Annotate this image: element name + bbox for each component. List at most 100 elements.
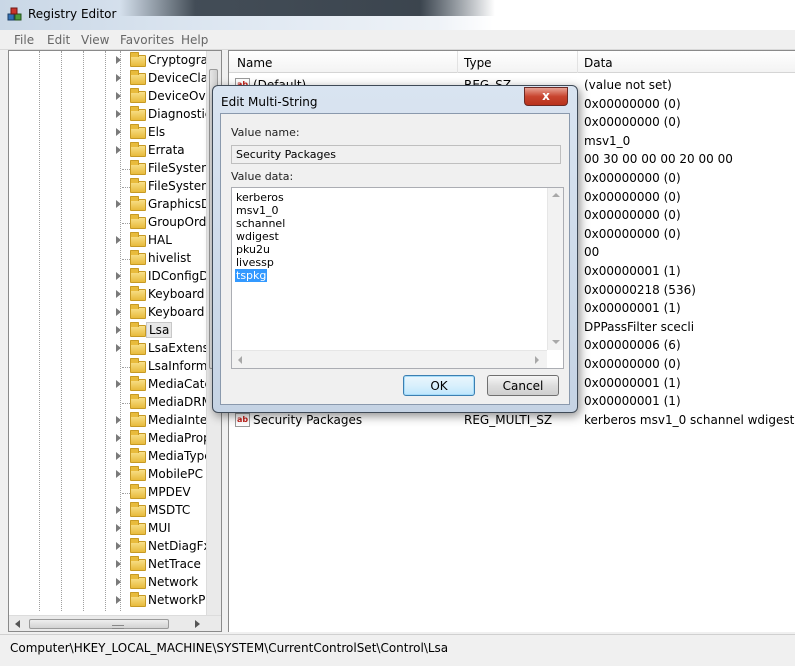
ok-button[interactable]: OK [403,375,475,396]
tree-item[interactable]: HAL [9,232,209,250]
expand-arrow-icon[interactable] [116,380,121,388]
tree-item[interactable]: FileSystem [9,160,213,178]
tree-item[interactable]: Diagnostic [9,106,212,124]
scroll-right-icon[interactable] [535,356,539,364]
expand-arrow-icon[interactable] [116,596,121,604]
expand-arrow-icon[interactable] [116,236,121,244]
column-name[interactable]: Name [237,56,272,70]
tree-item-label: Keyboard L [148,305,215,319]
expand-arrow-icon[interactable] [116,200,121,208]
expand-arrow-icon[interactable] [116,506,121,514]
expand-arrow-icon[interactable] [116,290,121,298]
tree-item-label: LsaInforma [148,359,215,373]
tree-item[interactable]: Els [9,124,209,142]
expand-arrow-icon[interactable] [116,434,121,442]
menu-edit[interactable]: Edit [47,33,70,47]
tree-item[interactable]: IDConfigDl [9,268,212,286]
value-data-vertical-scrollbar[interactable] [547,188,563,350]
expand-arrow-icon[interactable] [116,110,121,118]
close-button[interactable]: x [524,87,568,106]
tree-item[interactable]: MUI [9,520,209,538]
expand-arrow-icon[interactable] [116,92,121,100]
tree-item[interactable]: MediaCate [9,376,212,394]
tree-item-label: MUI [148,521,171,535]
tree-item-label: MediaProp [148,431,211,445]
expand-arrow-icon[interactable] [116,326,121,334]
expand-arrow-icon[interactable] [116,470,121,478]
value-row[interactable]: ab Security Packages REG_MULTI_SZ kerberos … [229,411,795,430]
tree-item-label: Diagnostic [148,107,212,121]
tree-item[interactable]: MediaProp [9,430,211,448]
value-data: 00 30 00 00 00 20 00 00 [584,152,733,167]
grip-icon [112,625,124,629]
expand-arrow-icon[interactable] [116,452,121,460]
value-data-horizontal-scrollbar[interactable] [232,350,547,368]
value-data-textarea[interactable]: kerberos msv1_0 schannel wdigest pku2u livess… [231,187,564,369]
tree-item-label: Els [148,125,166,139]
value-data-label: Value data: [231,170,294,183]
column-separator[interactable] [577,51,578,73]
tree-item[interactable]: LsaInforma [9,358,215,376]
expand-arrow-icon[interactable] [116,74,121,82]
menu-help[interactable]: Help [181,33,208,47]
menu-view[interactable]: View [81,33,109,47]
key-tree[interactable]: Cryptograp DeviceClas DeviceOve Diagnostic E… [8,50,222,632]
value-data: 0x00000000 (0) [584,189,681,204]
tree-item[interactable]: DeviceOve [9,88,213,106]
column-type[interactable]: Type [464,56,492,70]
menu-favorites[interactable]: Favorites [120,33,174,47]
expand-arrow-icon[interactable] [116,560,121,568]
expand-arrow-icon[interactable] [116,146,121,154]
value-data-line: tspkg [235,269,268,282]
tree-item[interactable]: MediaDRM [9,394,212,412]
expand-arrow-icon[interactable] [116,524,121,532]
tree-horizontal-scrollbar[interactable] [9,615,221,631]
scroll-up-icon[interactable] [552,193,560,197]
tree-item[interactable]: LsaExtensic [9,340,219,358]
tree-item[interactable]: hivelist [9,250,209,268]
tree-horizontal-scroll-thumb[interactable] [29,619,169,629]
scroll-left-icon[interactable] [238,356,242,364]
scroll-right-icon[interactable] [195,620,200,628]
tree-item[interactable]: NetworkPr [9,592,210,610]
expand-arrow-icon[interactable] [116,344,121,352]
column-separator[interactable] [457,51,458,73]
value-data: 0x00000000 (0) [584,115,681,130]
tree-item[interactable]: Cryptograp [9,52,216,70]
status-path: Computer\HKEY_LOCAL_MACHINE\SYSTEM\Curre… [10,641,449,655]
cancel-button[interactable]: Cancel [487,375,559,396]
tree-item[interactable]: GraphicsDr [9,196,215,214]
tree-item[interactable]: MediaType [9,448,212,466]
tree-item[interactable]: FileSystem [9,178,213,196]
expand-arrow-icon[interactable] [116,128,121,136]
value-data: 0x00000000 (0) [584,171,681,185]
tree-item[interactable]: Keyboard L [9,304,215,322]
expand-arrow-icon[interactable] [116,308,121,316]
tree-item[interactable]: Keyboard L [9,286,215,304]
tree-item[interactable]: MSDTC [9,502,209,520]
tree-item[interactable]: Lsa [9,322,209,340]
expand-arrow-icon[interactable] [116,578,121,586]
tree-item[interactable]: GroupOrde [9,214,214,232]
value-data: 0x00000000 (0) [584,226,681,241]
expand-arrow-icon[interactable] [116,56,121,64]
expand-arrow-icon[interactable] [116,416,121,424]
folder-icon [130,466,146,481]
tree-item-label: Lsa [146,322,173,338]
tree-item[interactable]: NetTrace [9,556,209,574]
scroll-left-icon[interactable] [15,620,20,628]
tree-item[interactable]: MobilePC [9,466,209,484]
expand-arrow-icon[interactable] [116,272,121,280]
folder-icon [130,214,146,229]
status-bar: Computer\HKEY_LOCAL_MACHINE\SYSTEM\Curre… [0,634,795,666]
tree-item[interactable]: MediaInter [9,412,212,430]
tree-item[interactable]: MPDEV [9,484,209,502]
tree-item[interactable]: Network [9,574,209,592]
tree-item[interactable]: Errata [9,142,209,160]
expand-arrow-icon[interactable] [116,542,121,550]
scroll-down-icon[interactable] [552,340,560,344]
column-data[interactable]: Data [584,56,613,70]
tree-item[interactable]: DeviceClas [9,70,214,88]
menu-file[interactable]: File [14,33,34,47]
tree-item[interactable]: NetDiagFx [9,538,211,556]
